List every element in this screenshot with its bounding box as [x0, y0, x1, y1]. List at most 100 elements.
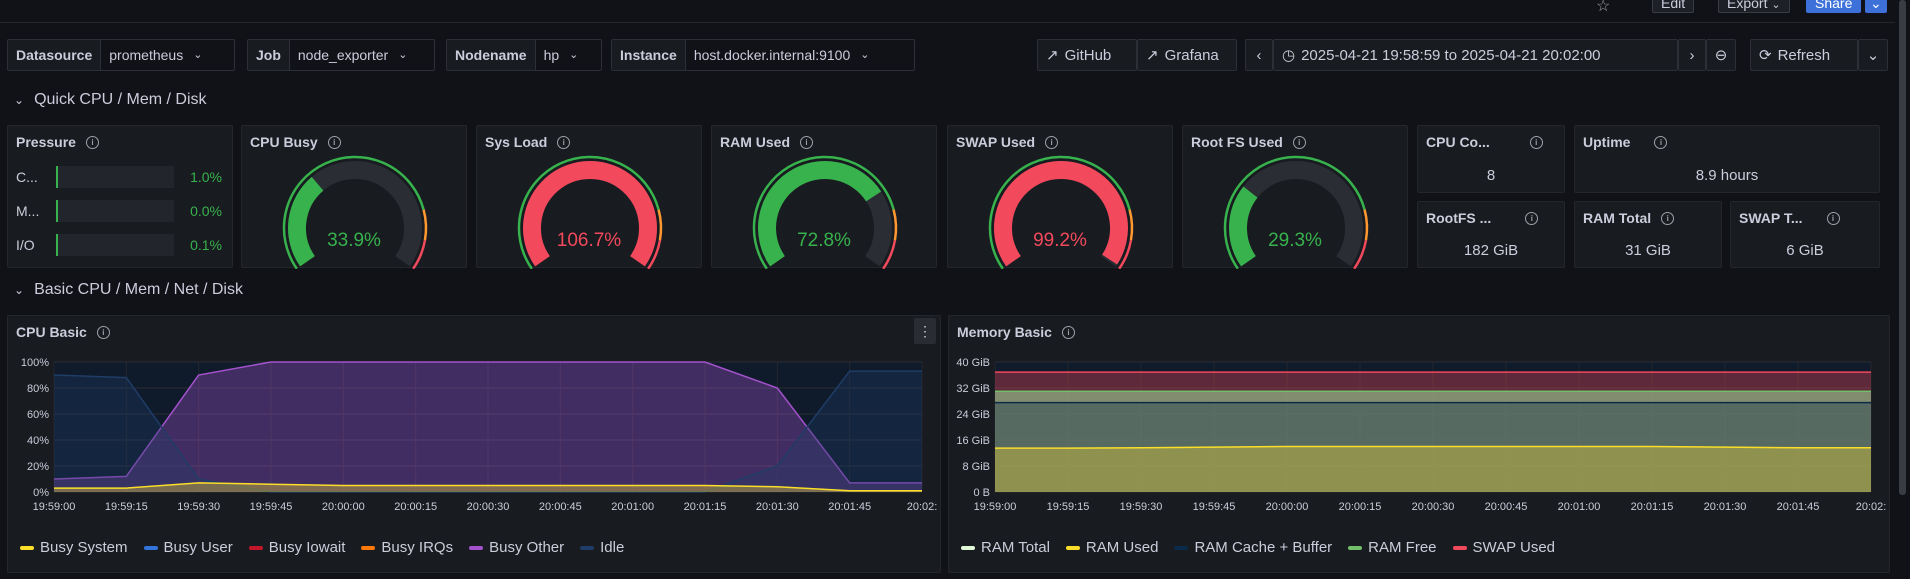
x-tick-label: 20:01:00 — [611, 501, 654, 513]
legend-item[interactable]: Busy System — [20, 539, 128, 556]
legend-label: Busy Iowait — [268, 539, 346, 556]
cpu-basic-chart[interactable]: 0% 20% 40% 60% 80% 100% 19:59:00 19:59:15 19:59:… — [8, 354, 942, 526]
legend-item[interactable]: SWAP Used — [1452, 539, 1556, 556]
legend-item[interactable]: Busy Other — [469, 539, 564, 556]
panel-title: RAM Total — [1583, 210, 1652, 226]
variable-label: Nodename — [447, 40, 536, 70]
info-icon[interactable]: i — [1525, 211, 1539, 225]
info-icon[interactable]: i — [85, 135, 99, 149]
time-range-label: 2025-04-21 19:58:59 to 2025-04-21 20:02:… — [1301, 46, 1601, 64]
chevron-down-icon: ⌄ — [398, 49, 408, 61]
variable-job[interactable]: Job node_exporter ⌄ — [247, 39, 435, 71]
x-tick-label: 19:59:00 — [974, 501, 1017, 513]
pressure-row-cpu: C... 1.0% — [16, 166, 222, 188]
x-tick-label: 20:02: — [907, 501, 938, 513]
time-back-button[interactable]: ‹ — [1245, 39, 1273, 71]
legend-item[interactable]: RAM Total — [961, 539, 1050, 556]
star-icon[interactable]: ☆ — [1596, 0, 1610, 16]
gauge-value: 33.9% — [327, 230, 381, 251]
export-label: Export — [1727, 0, 1768, 11]
y-tick-label: 40% — [27, 435, 49, 447]
x-tick-label: 19:59:15 — [1047, 501, 1090, 513]
gauge-value: 99.2% — [1033, 230, 1087, 251]
refresh-icon: ⟳ — [1759, 47, 1772, 64]
chevron-down-icon: ⌄ — [1866, 47, 1880, 64]
edit-button[interactable]: Edit — [1652, 0, 1695, 13]
time-range-picker[interactable]: ◷ 2025-04-21 19:58:59 to 2025-04-21 20:02… — [1273, 39, 1678, 71]
top-toolbar — [0, 0, 1895, 23]
chevron-down-icon: ⌄ — [193, 49, 203, 61]
x-tick-label: 19:59:00 — [33, 501, 76, 513]
export-button[interactable]: Export ⌄ — [1718, 0, 1790, 13]
pressure-row-memory: M... 0.0% — [16, 200, 222, 222]
chevron-down-icon: ⌄ — [1771, 0, 1781, 11]
legend-item[interactable]: Busy IRQs — [361, 539, 453, 556]
chevron-down-icon: ⌄ — [14, 93, 25, 107]
scrollbar[interactable] — [1899, 0, 1906, 495]
y-tick-label: 16 GiB — [956, 435, 990, 447]
legend-label: Busy User — [163, 539, 233, 556]
legend-item[interactable]: Busy User — [143, 539, 233, 556]
info-icon[interactable]: i — [1654, 135, 1668, 149]
info-icon[interactable]: i — [1661, 211, 1675, 225]
x-tick-label: 20:01:15 — [684, 501, 727, 513]
share-button[interactable]: Share — [1806, 0, 1862, 13]
zoom-out-button[interactable]: ⊖ — [1706, 39, 1736, 71]
refresh-button[interactable]: ⟳ Refresh — [1750, 39, 1858, 71]
legend-swatch — [143, 545, 158, 550]
legend-label: RAM Used — [1085, 539, 1159, 556]
x-tick-label: 20:02: — [1856, 501, 1887, 513]
x-tick-label: 20:00:15 — [394, 501, 437, 513]
legend-item[interactable]: Busy Iowait — [248, 539, 346, 556]
row-header-quick[interactable]: ⌄ Quick CPU / Mem / Disk — [14, 91, 207, 109]
x-tick-label: 20:01:15 — [1631, 501, 1674, 513]
x-tick-label: 20:01:45 — [828, 501, 871, 513]
chevron-left-icon: ‹ — [1256, 46, 1262, 64]
panel-cpu-cores: CPU Co... i 8 — [1417, 125, 1565, 193]
grafana-link[interactable]: ↗ Grafana — [1137, 39, 1237, 71]
time-forward-button[interactable]: › — [1678, 39, 1706, 71]
panel-root-fs-used: Root FS Used i 29.3% — [1182, 125, 1408, 269]
legend-item[interactable]: RAM Used — [1065, 539, 1159, 556]
memory-basic-legend: RAM Total RAM Used RAM Cache + Buffer RAM F… — [961, 539, 1555, 556]
panel-title: Pressure — [16, 134, 76, 150]
info-icon[interactable]: i — [1826, 211, 1840, 225]
legend-item[interactable]: RAM Free — [1348, 539, 1437, 556]
stat-value: 31 GiB — [1625, 242, 1671, 259]
panel-menu-button[interactable]: ⋮ — [914, 318, 936, 344]
external-link-icon: ↗ — [1146, 47, 1159, 64]
x-tick-label: 19:59:30 — [1120, 501, 1163, 513]
panel-title: CPU Co... — [1426, 134, 1490, 150]
row-title: Basic CPU / Mem / Net / Disk — [34, 281, 243, 298]
pressure-bar — [56, 234, 174, 256]
legend-label: SWAP Used — [1472, 539, 1556, 556]
legend-swatch — [580, 545, 595, 550]
legend-item[interactable]: RAM Cache + Buffer — [1174, 539, 1332, 556]
chevron-down-icon: ⌄ — [14, 283, 25, 297]
legend-swatch — [361, 545, 376, 550]
share-menu-button[interactable]: ⌄ — [1865, 0, 1887, 13]
refresh-label: Refresh — [1777, 46, 1831, 64]
row-header-basic[interactable]: ⌄ Basic CPU / Mem / Net / Disk — [14, 281, 243, 299]
y-tick-label: 40 GiB — [956, 357, 990, 369]
memory-basic-chart[interactable]: 0 B 8 GiB 16 GiB 24 GiB 32 GiB 40 GiB 19:59:00… — [949, 354, 1891, 526]
panel-ram-used: RAM Used i 72.8% — [711, 125, 937, 269]
series-area — [995, 446, 1871, 492]
legend-label: RAM Free — [1368, 539, 1437, 556]
variable-datasource[interactable]: Datasource prometheus ⌄ — [7, 39, 235, 71]
pressure-bar — [56, 200, 174, 222]
legend-label: Busy System — [40, 539, 128, 556]
zoom-out-icon: ⊖ — [1714, 47, 1728, 64]
info-icon[interactable]: i — [1061, 325, 1075, 339]
chevron-down-icon: ⌄ — [569, 49, 579, 61]
info-icon[interactable]: i — [96, 325, 110, 339]
variable-nodename[interactable]: Nodename hp ⌄ — [446, 39, 602, 71]
variable-instance[interactable]: Instance host.docker.internal:9100 ⌄ — [611, 39, 915, 71]
clock-icon: ◷ — [1282, 47, 1296, 64]
refresh-interval-button[interactable]: ⌄ — [1858, 39, 1888, 71]
info-icon[interactable]: i — [1529, 135, 1543, 149]
github-link[interactable]: ↗ GitHub — [1037, 39, 1137, 71]
legend-item[interactable]: Idle — [580, 539, 624, 556]
panel-swap-total: SWAP T... i 6 GiB — [1730, 201, 1880, 268]
panel-title: Memory Basic — [957, 324, 1052, 340]
